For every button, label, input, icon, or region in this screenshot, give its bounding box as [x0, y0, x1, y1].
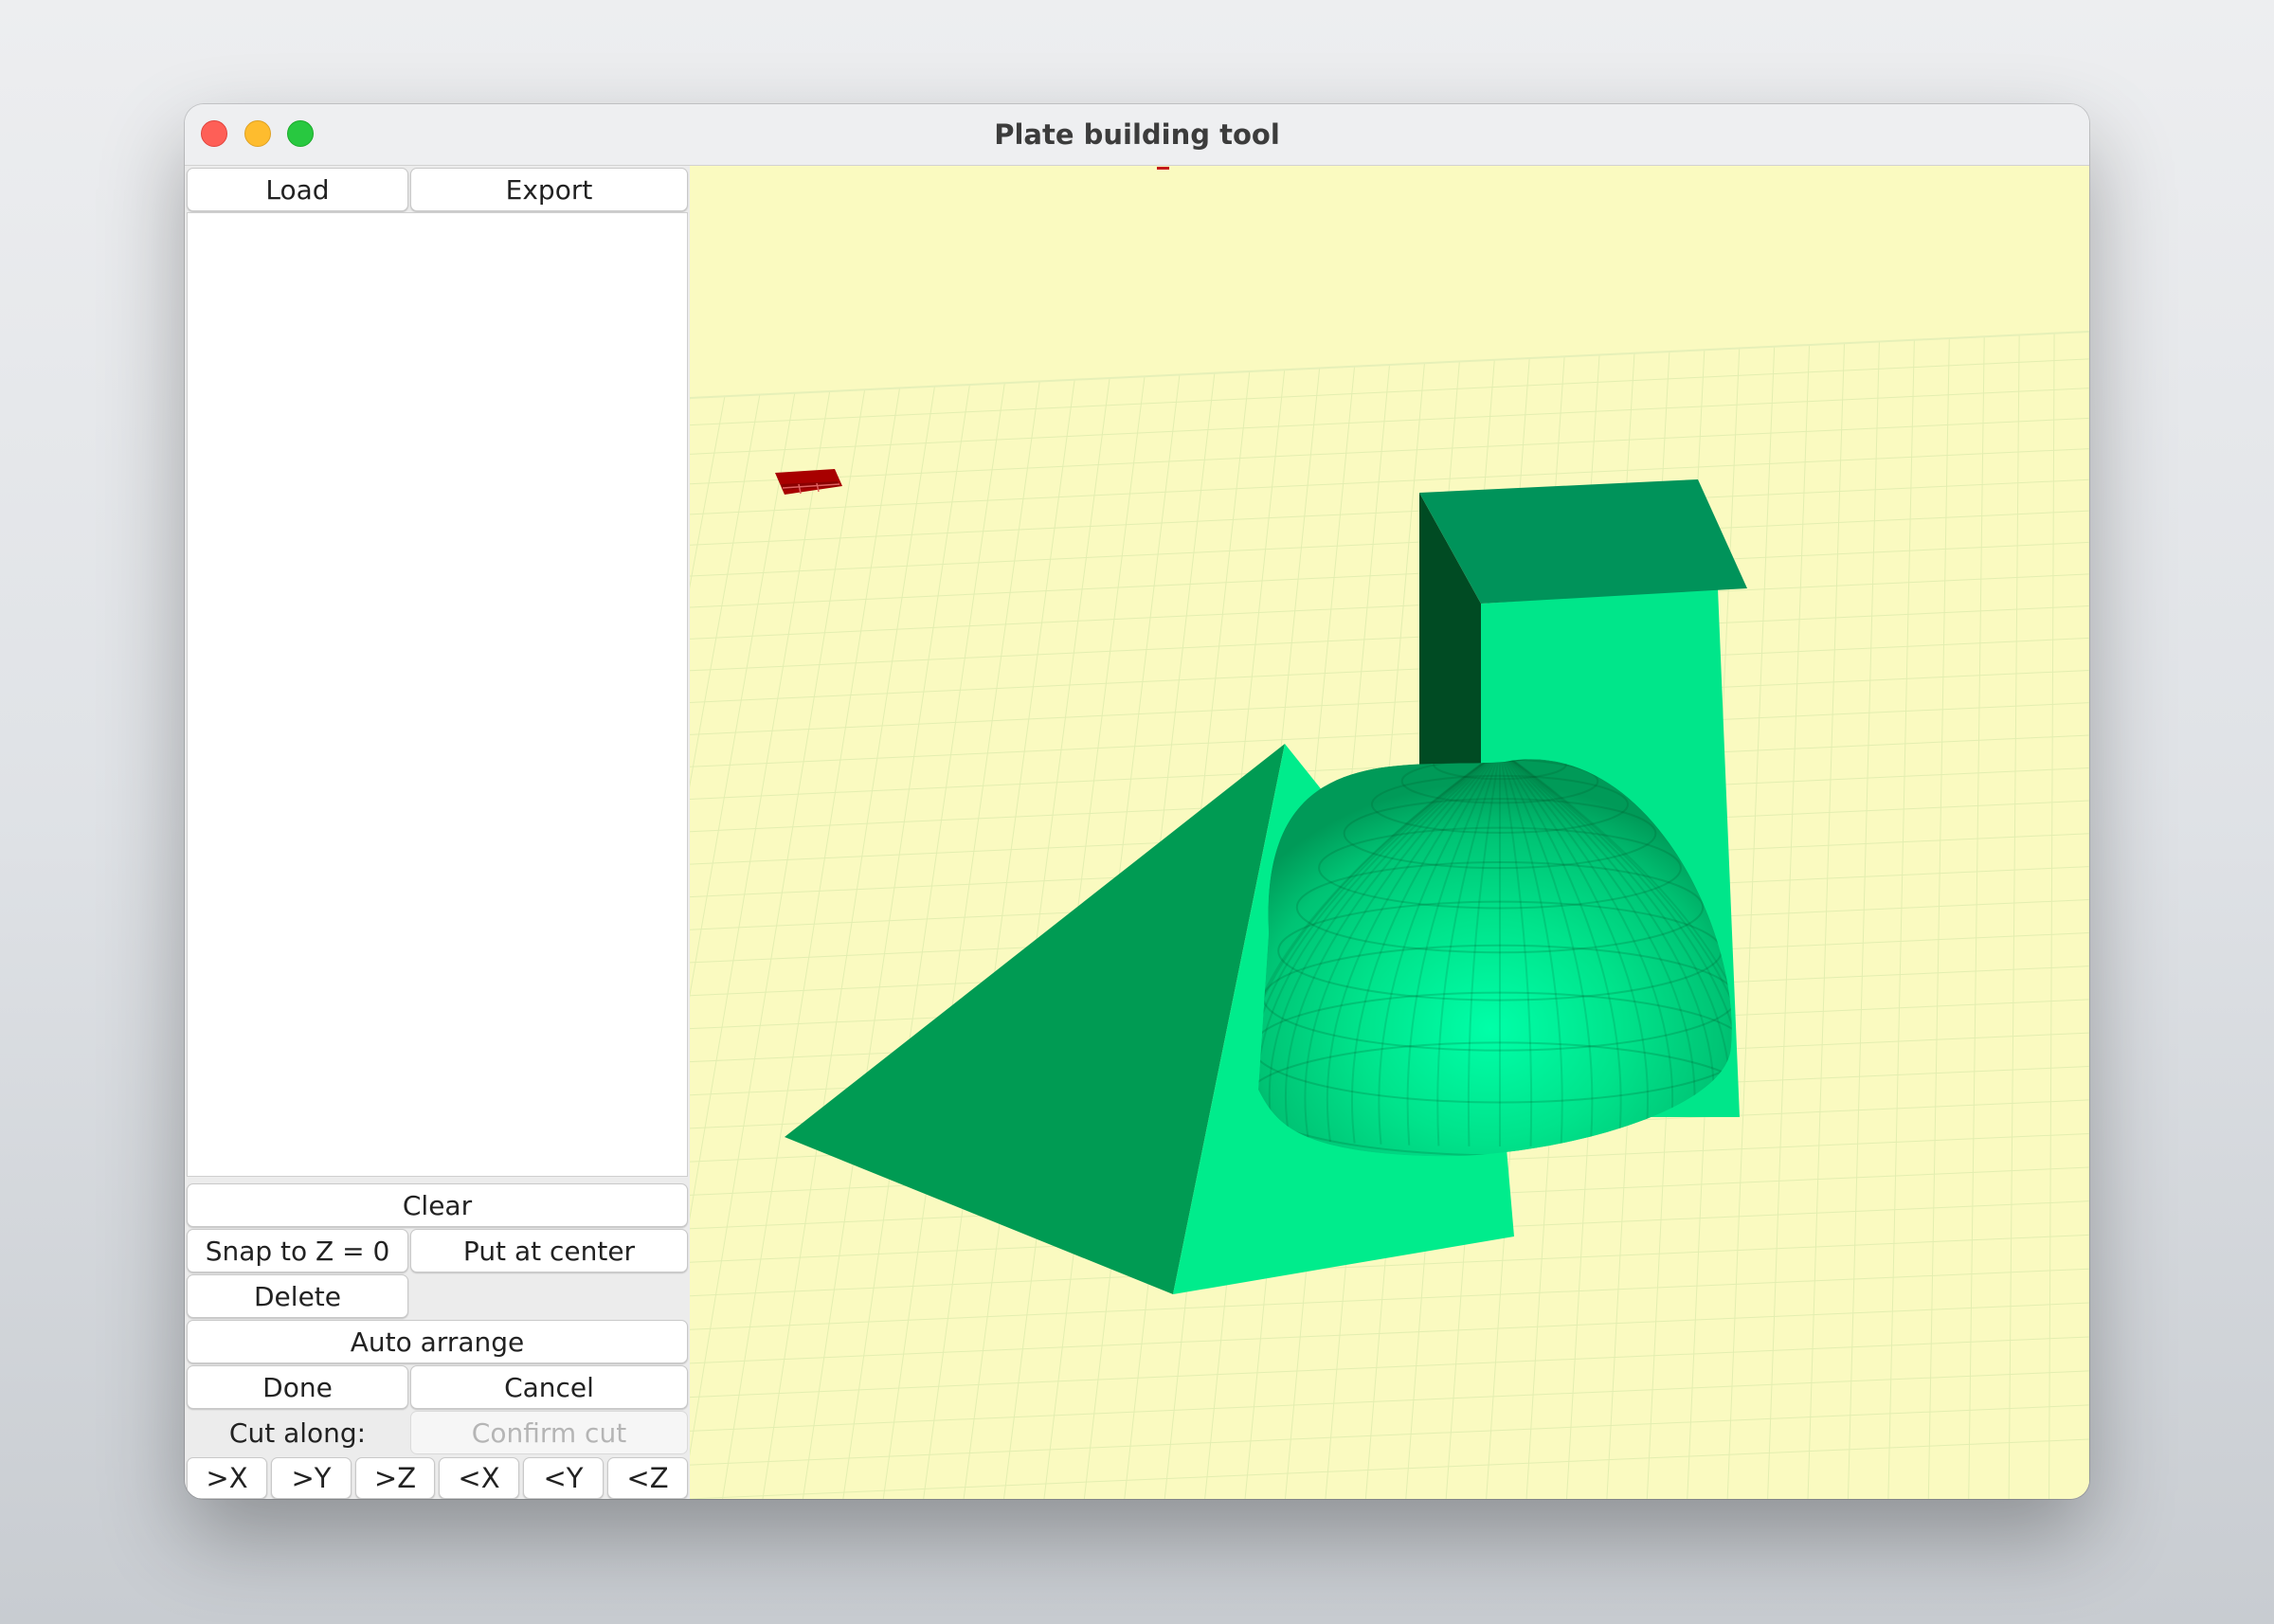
cut-plus-z-button[interactable]: >Z	[355, 1457, 435, 1499]
cut-minus-x-button[interactable]: <X	[439, 1457, 519, 1499]
grid-line	[690, 389, 866, 1457]
grid-line	[722, 388, 901, 1499]
cut-minus-z-button[interactable]: <Z	[607, 1457, 688, 1499]
clear-button[interactable]: Clear	[187, 1183, 688, 1227]
grid-line	[690, 478, 2089, 546]
grid-line	[1847, 341, 1880, 1499]
grid-line	[690, 448, 2089, 515]
confirm-cut-button[interactable]: Confirm cut	[410, 1411, 688, 1454]
grid-line	[690, 573, 2089, 640]
3d-viewport[interactable]	[690, 166, 2089, 1499]
grid-line	[690, 392, 796, 999]
grid-line	[690, 702, 2089, 767]
window-title: Plate building tool	[994, 118, 1280, 151]
grid-line	[842, 383, 1005, 1499]
done-button[interactable]: Done	[187, 1365, 408, 1409]
grid-line	[690, 637, 2089, 703]
grid-line	[1767, 344, 1811, 1499]
grid-line	[690, 1404, 2089, 1466]
grid-line	[690, 541, 2089, 608]
grid-line	[690, 388, 2089, 455]
grid-line	[690, 417, 2089, 485]
grid-line	[882, 381, 1040, 1499]
grid-line	[2048, 333, 2055, 1499]
grid-line	[690, 390, 831, 1221]
grid-line	[2008, 334, 2020, 1499]
auto-arrange-button[interactable]: Auto arrange	[187, 1320, 688, 1363]
grid-line	[1887, 339, 1915, 1499]
put-at-center-button[interactable]: Put at center	[410, 1229, 688, 1272]
grid-line	[690, 1268, 2089, 1330]
snap-to-z-button[interactable]: Snap to Z = 0	[187, 1229, 408, 1272]
load-button[interactable]: Load	[187, 168, 408, 211]
grid-line	[762, 386, 935, 1499]
axis-marker-icon	[1157, 167, 1169, 170]
cancel-button[interactable]: Cancel	[410, 1365, 688, 1409]
grid-line	[1968, 336, 1985, 1499]
grid-line	[690, 1302, 2089, 1364]
small-red-part[interactable]	[775, 469, 842, 495]
grid-line	[1807, 343, 1846, 1499]
grid-line	[690, 669, 2089, 735]
title-bar: Plate building tool	[185, 104, 2089, 166]
plate-edge	[690, 331, 2089, 399]
cut-minus-y-button[interactable]: <Y	[523, 1457, 604, 1499]
grid-line	[802, 384, 970, 1499]
grid-line	[690, 510, 2089, 577]
object-list[interactable]	[187, 212, 688, 1177]
delete-button[interactable]: Delete	[187, 1274, 408, 1318]
sidebar-panel: Load Export Clear Snap to Z = 0 Put at c…	[185, 166, 690, 1499]
grid-line	[690, 1336, 2089, 1398]
grid-line	[1726, 346, 1776, 1499]
grid-line	[1927, 337, 1950, 1499]
plate-building-window: Plate building tool Load Export Clear Sn…	[185, 104, 2089, 1499]
grid-line	[690, 396, 726, 589]
cut-plus-x-button[interactable]: >X	[187, 1457, 267, 1499]
export-button[interactable]: Export	[410, 168, 688, 211]
cut-along-label: Cut along:	[228, 1416, 367, 1449]
grid-line	[690, 1438, 2089, 1499]
cut-plus-y-button[interactable]: >Y	[271, 1457, 352, 1499]
